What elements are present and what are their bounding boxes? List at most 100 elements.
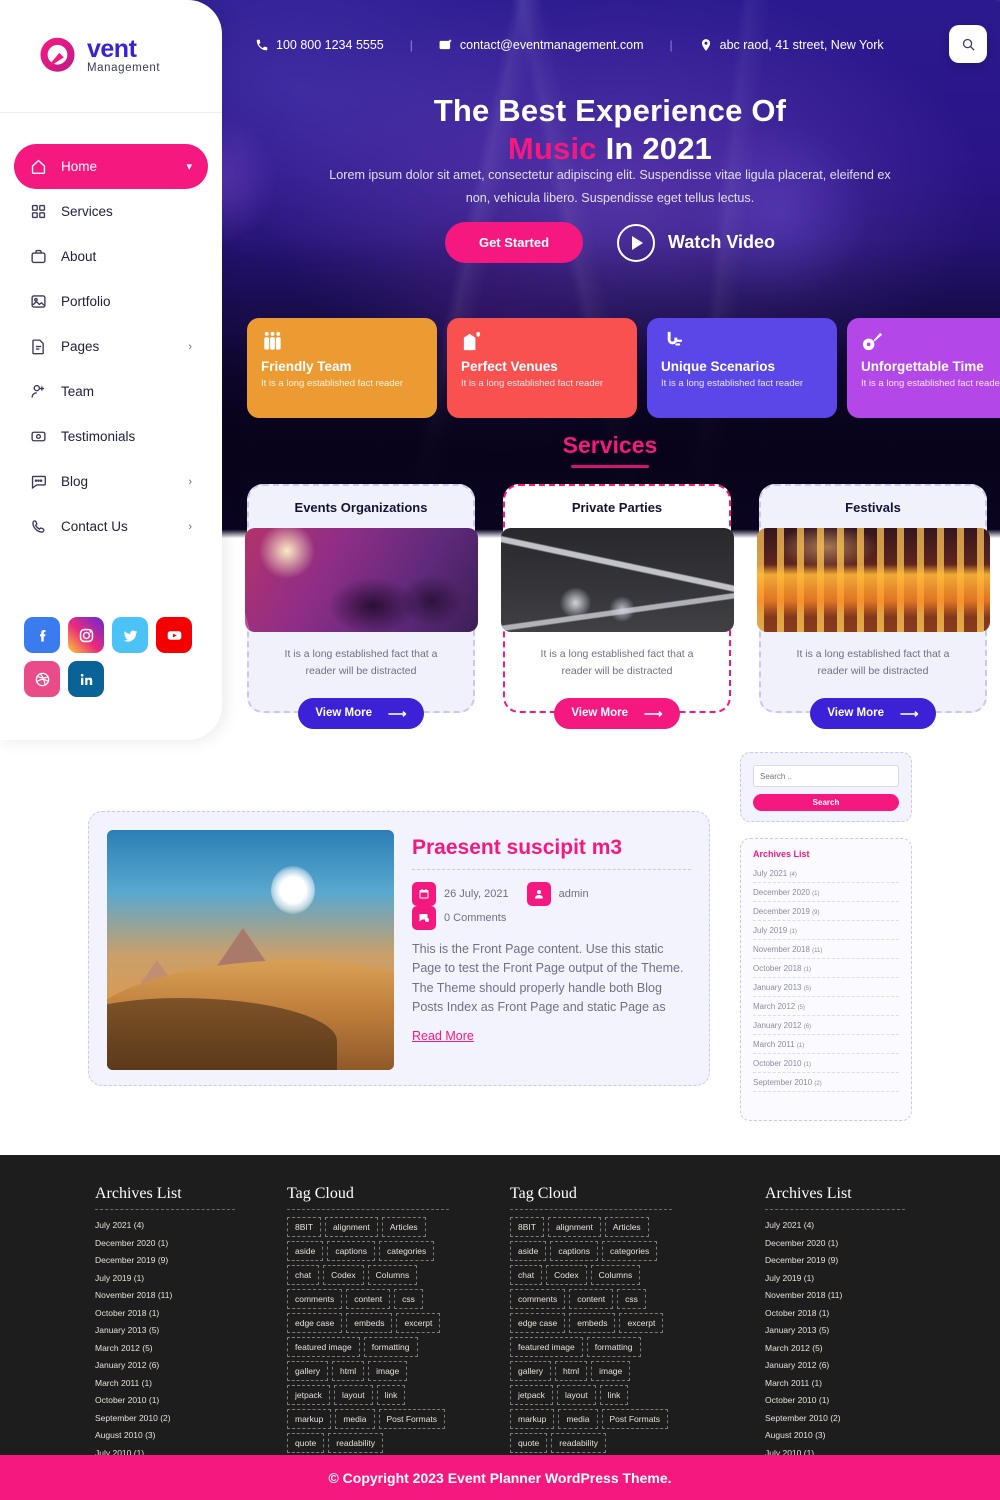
sidebar-item-blog[interactable]: Blog ›: [14, 459, 208, 504]
sidebar-item-testimonials[interactable]: Testimonials: [14, 414, 208, 459]
footer-tag[interactable]: 8BIT: [287, 1217, 321, 1237]
footer-archive-item[interactable]: November 2018 (11): [95, 1287, 235, 1305]
footer-tag[interactable]: media: [558, 1409, 598, 1429]
view-more-button[interactable]: View More ⟶: [810, 697, 936, 729]
footer-tag[interactable]: comments: [287, 1289, 343, 1309]
footer-tag[interactable]: image: [368, 1361, 408, 1381]
view-more-button[interactable]: View More ⟶: [298, 697, 424, 729]
footer-archive-item[interactable]: January 2012 (6): [95, 1357, 235, 1375]
archive-item[interactable]: October 2010 (1): [753, 1054, 899, 1073]
footer-archive-item[interactable]: July 2019 (1): [95, 1270, 235, 1288]
footer-archive-item[interactable]: November 2018 (11): [765, 1287, 905, 1305]
footer-tag[interactable]: captions: [550, 1241, 598, 1261]
archive-item[interactable]: March 2012 (5): [753, 997, 899, 1016]
get-started-button[interactable]: Get Started: [444, 222, 584, 263]
archive-item[interactable]: October 2018 (1): [753, 959, 899, 978]
footer-archive-item[interactable]: September 2010 (2): [95, 1410, 235, 1428]
footer-tag[interactable]: gallery: [287, 1361, 329, 1381]
footer-archive-item[interactable]: March 2012 (5): [95, 1340, 235, 1358]
footer-tag[interactable]: Post Formats: [601, 1409, 669, 1429]
footer-tag[interactable]: layout: [556, 1385, 596, 1405]
footer-tag[interactable]: categories: [602, 1241, 658, 1261]
feature-card[interactable]: Unique Scenarios It is a long established…: [647, 318, 837, 418]
footer-tag[interactable]: content: [346, 1289, 391, 1309]
twitter-icon[interactable]: [112, 617, 148, 653]
youtube-icon[interactable]: [156, 617, 192, 653]
sidebar-item-team[interactable]: Team: [14, 369, 208, 414]
footer-archive-item[interactable]: March 2011 (1): [95, 1375, 235, 1393]
facebook-icon[interactable]: [24, 617, 60, 653]
header-search-button[interactable]: [949, 25, 987, 63]
footer-archive-item[interactable]: December 2019 (9): [95, 1252, 235, 1270]
footer-tag[interactable]: html: [332, 1361, 365, 1381]
footer-tag[interactable]: chat: [287, 1265, 320, 1285]
footer-archive-item[interactable]: December 2019 (9): [765, 1252, 905, 1270]
footer-tag[interactable]: link: [376, 1385, 406, 1405]
footer-archive-item[interactable]: October 2018 (1): [95, 1305, 235, 1323]
search-submit-button[interactable]: Search: [753, 794, 899, 811]
archive-item[interactable]: December 2019 (9): [753, 902, 899, 921]
contact-email[interactable]: contact@eventmanagement.com: [439, 38, 644, 52]
footer-tag[interactable]: featured image: [287, 1337, 360, 1357]
feature-card[interactable]: Friendly Team It is a long established fa…: [247, 318, 437, 418]
footer-tag[interactable]: featured image: [510, 1337, 583, 1357]
service-card[interactable]: Festivals It is a long established fact t…: [756, 484, 990, 729]
footer-tag[interactable]: chat: [510, 1265, 543, 1285]
footer-tag[interactable]: markup: [287, 1409, 332, 1429]
footer-tag[interactable]: Codex: [323, 1265, 364, 1285]
watch-video-button[interactable]: Watch Video: [617, 223, 775, 262]
footer-tag[interactable]: Articles: [381, 1217, 426, 1237]
read-more-link[interactable]: Read More: [412, 1029, 474, 1043]
footer-archive-item[interactable]: October 2010 (1): [95, 1392, 235, 1410]
footer-tag[interactable]: 8BIT: [510, 1217, 544, 1237]
footer-archive-item[interactable]: January 2013 (5): [765, 1322, 905, 1340]
footer-archive-item[interactable]: October 2018 (1): [765, 1305, 905, 1323]
footer-archive-item[interactable]: March 2012 (5): [765, 1340, 905, 1358]
archive-item[interactable]: January 2012 (6): [753, 1016, 899, 1035]
sidebar-item-home[interactable]: Home ▾: [14, 144, 208, 189]
footer-tag[interactable]: excerpt: [619, 1313, 664, 1333]
footer-tag[interactable]: jetpack: [510, 1385, 553, 1405]
feature-card[interactable]: Perfect Venues It is a long established f…: [447, 318, 637, 418]
contact-phone[interactable]: 100 800 1234 5555: [255, 38, 384, 52]
footer-archive-item[interactable]: January 2012 (6): [765, 1357, 905, 1375]
footer-archive-item[interactable]: September 2010 (2): [765, 1410, 905, 1428]
footer-tag[interactable]: aside: [287, 1241, 324, 1261]
footer-tag[interactable]: Post Formats: [378, 1409, 446, 1429]
footer-tag[interactable]: categories: [379, 1241, 435, 1261]
footer-tag[interactable]: captions: [327, 1241, 375, 1261]
post-title[interactable]: Praesent suscipit m3: [412, 836, 691, 860]
footer-tag[interactable]: css: [394, 1289, 423, 1309]
footer-archive-item[interactable]: March 2011 (1): [765, 1375, 905, 1393]
footer-tag[interactable]: formatting: [363, 1337, 418, 1357]
archive-item[interactable]: July 2021 (4): [753, 864, 899, 883]
logo[interactable]: vent Management: [0, 0, 222, 113]
sidebar-item-portfolio[interactable]: Portfolio: [14, 279, 208, 324]
archive-item[interactable]: September 2010 (2): [753, 1073, 899, 1092]
contact-address[interactable]: abc raod, 41 street, New York: [699, 38, 884, 52]
footer-tag[interactable]: alignment: [547, 1217, 601, 1237]
sidebar-item-services[interactable]: Services: [14, 189, 208, 234]
archive-item[interactable]: March 2011 (1): [753, 1035, 899, 1054]
footer-tag[interactable]: css: [617, 1289, 646, 1309]
footer-tag[interactable]: Columns: [590, 1265, 641, 1285]
linkedin-icon[interactable]: [68, 661, 104, 697]
footer-archive-item[interactable]: January 2013 (5): [95, 1322, 235, 1340]
footer-tag[interactable]: readability: [551, 1433, 607, 1453]
footer-archive-item[interactable]: July 2019 (1): [765, 1270, 905, 1288]
footer-tag[interactable]: edge case: [287, 1313, 343, 1333]
footer-tag[interactable]: excerpt: [396, 1313, 441, 1333]
sidebar-item-contact-us[interactable]: Contact Us ›: [14, 504, 208, 549]
footer-tag[interactable]: alignment: [324, 1217, 378, 1237]
footer-tag[interactable]: gallery: [510, 1361, 552, 1381]
footer-tag[interactable]: markup: [510, 1409, 555, 1429]
footer-archive-item[interactable]: December 2020 (1): [95, 1235, 235, 1253]
archive-item[interactable]: December 2020 (1): [753, 883, 899, 902]
archive-item[interactable]: July 2019 (1): [753, 921, 899, 940]
sidebar-item-pages[interactable]: Pages ›: [14, 324, 208, 369]
footer-tag[interactable]: jetpack: [287, 1385, 330, 1405]
footer-tag[interactable]: Columns: [367, 1265, 418, 1285]
footer-tag[interactable]: quote: [287, 1433, 325, 1453]
archive-item[interactable]: November 2018 (11): [753, 940, 899, 959]
footer-tag[interactable]: embeds: [569, 1313, 616, 1333]
